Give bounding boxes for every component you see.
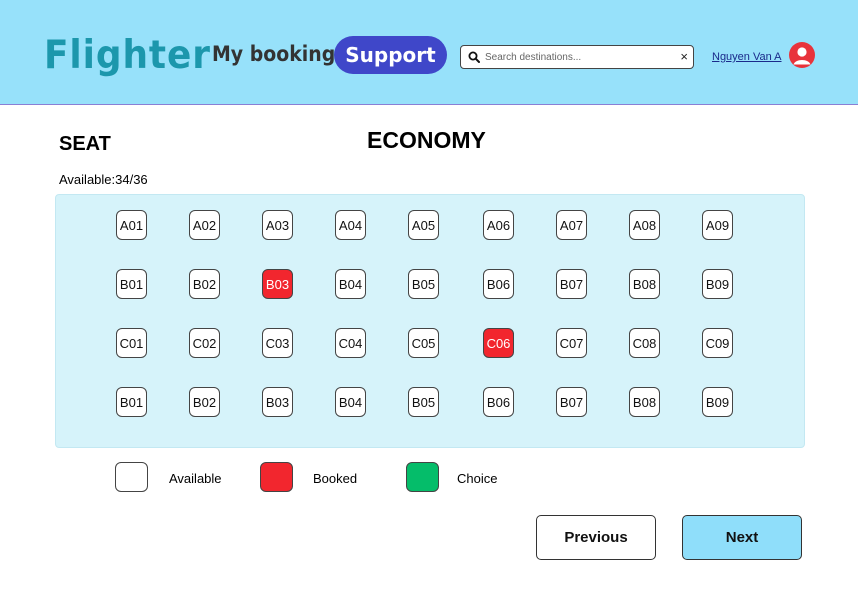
nav-my-booking[interactable]: My booking	[212, 42, 335, 66]
seat-b08[interactable]: B08	[629, 269, 660, 299]
seat-a04[interactable]: A04	[335, 210, 366, 240]
seat-b09[interactable]: B09	[702, 269, 733, 299]
seat-b04[interactable]: B04	[335, 387, 366, 417]
seat-c07[interactable]: C07	[556, 328, 587, 358]
search-icon	[468, 51, 480, 63]
seat-title: SEAT	[59, 133, 111, 155]
legend-booked-swatch	[260, 462, 293, 492]
seat-b08[interactable]: B08	[629, 387, 660, 417]
seat-b01[interactable]: B01	[116, 269, 147, 299]
seat-b03[interactable]: B03	[262, 269, 293, 299]
legend-available-swatch	[115, 462, 148, 492]
seat-a03[interactable]: A03	[262, 210, 293, 240]
seat-a06[interactable]: A06	[483, 210, 514, 240]
seat-a05[interactable]: A05	[408, 210, 439, 240]
seat-c03[interactable]: C03	[262, 328, 293, 358]
seat-c04[interactable]: C04	[335, 328, 366, 358]
seat-a08[interactable]: A08	[629, 210, 660, 240]
search-input[interactable]	[485, 48, 675, 66]
seat-b02[interactable]: B02	[189, 269, 220, 299]
previous-button[interactable]: Previous	[536, 515, 656, 560]
search-box: ×	[460, 45, 694, 69]
seat-c06[interactable]: C06	[483, 328, 514, 358]
seat-c08[interactable]: C08	[629, 328, 660, 358]
seat-b02[interactable]: B02	[189, 387, 220, 417]
clear-icon[interactable]: ×	[680, 49, 688, 65]
avatar[interactable]	[789, 42, 815, 68]
seat-b06[interactable]: B06	[483, 269, 514, 299]
header-bar: Flighter My booking Support × Nguyen Van…	[0, 0, 858, 105]
seat-b04[interactable]: B04	[335, 269, 366, 299]
user-icon	[793, 47, 811, 65]
seat-a01[interactable]: A01	[116, 210, 147, 240]
seat-b03[interactable]: B03	[262, 387, 293, 417]
seat-b09[interactable]: B09	[702, 387, 733, 417]
seat-b05[interactable]: B05	[408, 269, 439, 299]
seat-c09[interactable]: C09	[702, 328, 733, 358]
user-name-link[interactable]: Nguyen Van A	[712, 51, 782, 63]
seat-b07[interactable]: B07	[556, 269, 587, 299]
legend-choice-label: Choice	[457, 471, 498, 486]
seat-a07[interactable]: A07	[556, 210, 587, 240]
seat-c05[interactable]: C05	[408, 328, 439, 358]
seat-map: A01 A02 A03 A04 A05 A06 A07 A08 A09 B01 B02 B03 B04 B…	[55, 194, 805, 448]
seat-c01[interactable]: C01	[116, 328, 147, 358]
legend-available-label: Available	[169, 471, 222, 486]
seat-a09[interactable]: A09	[702, 210, 733, 240]
class-title: ECONOMY	[367, 127, 486, 153]
seat-b05[interactable]: B05	[408, 387, 439, 417]
next-button[interactable]: Next	[682, 515, 802, 560]
legend-choice-swatch	[406, 462, 439, 492]
seat-a02[interactable]: A02	[189, 210, 220, 240]
seat-b01[interactable]: B01	[116, 387, 147, 417]
seat-b06[interactable]: B06	[483, 387, 514, 417]
available-count: Available:34/36	[59, 172, 148, 187]
app-logo[interactable]: Flighter	[44, 33, 211, 78]
seat-b07[interactable]: B07	[556, 387, 587, 417]
legend-booked-label: Booked	[313, 471, 358, 486]
seat-c02[interactable]: C02	[189, 328, 220, 358]
nav-support-button[interactable]: Support	[334, 36, 447, 74]
